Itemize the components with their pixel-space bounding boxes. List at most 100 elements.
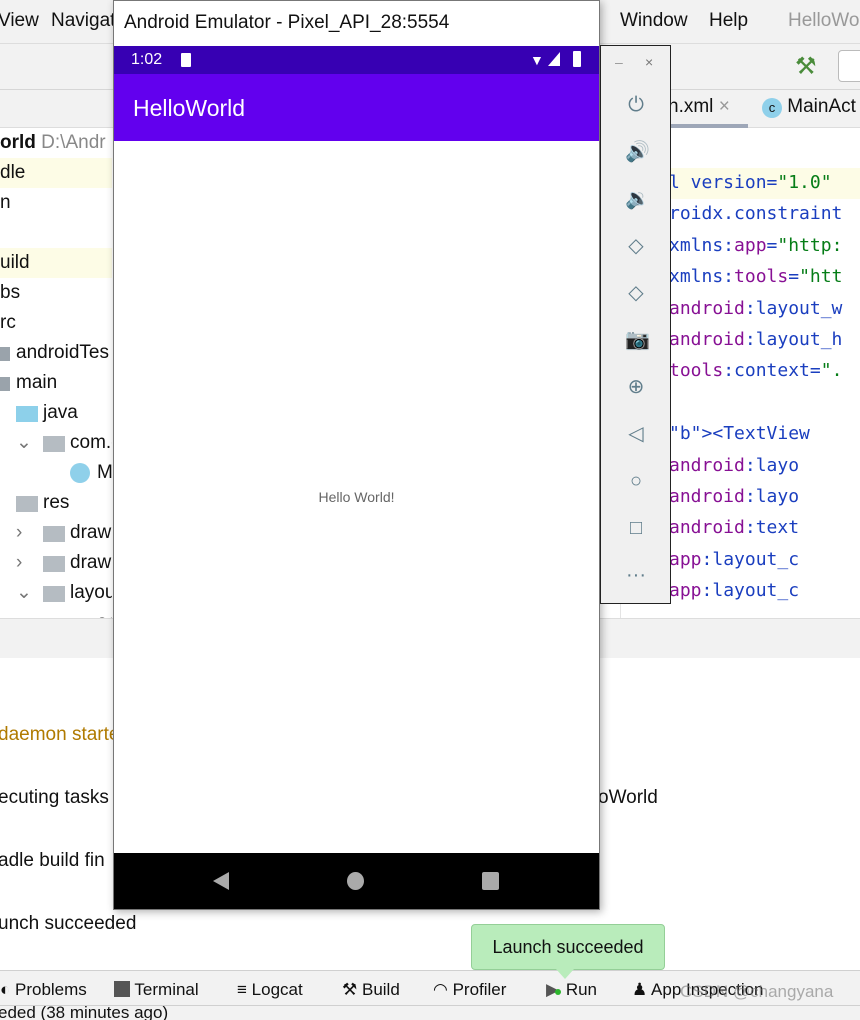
rotate-left-icon[interactable]: ◇ [625,235,647,257]
tree-item[interactable]: ⌄ layou [0,578,112,608]
output-line-tail: oWorld [598,787,658,808]
chevron-right-icon[interactable]: › [16,548,22,578]
output-line: ecuting tasks [0,787,109,808]
class-icon [70,463,90,483]
ide-window-title: HelloWo [788,10,860,31]
tree-item[interactable]: rc [0,308,112,338]
overview-icon[interactable]: □ [625,517,647,539]
launch-toast: Launch succeeded [471,924,665,979]
chevron-right-icon[interactable]: › [16,518,22,548]
code-line: android:layout_w [669,297,843,319]
volume-up-icon[interactable]: 🔊 [625,141,650,163]
watermark: CSDN @changyana [680,982,834,1001]
tree-label: layou [70,582,112,603]
close-icon[interactable]: × [719,96,730,117]
tool-label: Problems [15,980,87,999]
code-line: android:text [669,517,800,539]
tool-problems[interactable]: ◐ Problems [0,980,87,1000]
code-line: roidx.constraint [669,203,843,225]
tree-item[interactable]: M [0,458,112,488]
tree-label: java [43,402,78,423]
menu-navigate[interactable]: Navigat [51,10,115,32]
chevron-down-icon[interactable]: ⌄ [16,428,32,458]
menu-view[interactable]: View [0,10,39,32]
code-line: xmlns:app="http: [669,234,843,256]
tree-label: main [16,372,58,393]
code-line: android:layo [669,486,800,507]
res-folder-icon [16,496,38,512]
tree-item[interactable]: java [0,398,112,428]
hello-text: Hello World! [318,489,395,505]
camera-icon[interactable]: 📷 [625,329,650,351]
code-line: android:layo [669,454,800,476]
back-icon[interactable] [213,872,229,890]
emulator-title: Android Emulator - Pixel_API_28:5554 [114,1,599,46]
tool-terminal[interactable]: Terminal [114,980,199,1000]
tree-item[interactable]: orld D:\Andr [0,128,112,158]
more-icon[interactable]: ··· [625,564,647,586]
nav-bar [114,853,599,909]
project-tree: orld D:\Andr dle n uild bs rc androidTes… [0,128,112,656]
folder-icon [0,347,10,361]
minimize-button[interactable]: – [615,54,623,70]
clock: 1:02 [131,51,163,68]
code-line: "b"><TextView [669,423,810,445]
tree-item[interactable]: › draw [0,518,112,548]
tool-label: Logcat [251,980,303,999]
folder-icon [43,526,65,542]
tree-label: draw [70,552,112,573]
tree-label: M [97,462,112,483]
package-icon [43,436,65,452]
close-button[interactable]: × [645,54,653,70]
hammer-icon[interactable]: ⚒ [795,52,817,81]
status-text: eded (38 minutes ago) [0,1006,169,1020]
status-bar: eded (38 minutes ago) [0,1006,860,1020]
run-app-button[interactable] [838,50,860,82]
tool-profiler[interactable]: ◠ Profiler [433,980,506,1000]
tool-window-bar: ◐ Problems Terminal ≡ Logcat ⚒ Build ◠ P… [0,970,860,1006]
home-icon[interactable]: ○ [625,470,647,492]
tree-label: draw [70,522,112,543]
class-icon: c [762,98,782,118]
app-bar: HelloWorld [114,74,599,141]
tree-item[interactable]: ⌄ com.e [0,428,112,458]
emulator-side-toolbar: – × ⏻ 🔊 🔉 ◇ ◇ 📷 ⊕ ◁ ○ □ ··· [600,45,671,604]
inspection-icon: ♟ [632,980,648,999]
tree-item[interactable]: bs [0,278,112,308]
tab-main-activity[interactable]: c MainAct [762,96,856,128]
home-icon[interactable] [347,872,364,890]
tree-item[interactable]: main [0,368,112,398]
back-icon[interactable]: ◁ [625,423,647,445]
menu-help[interactable]: Help [709,10,748,32]
folder-icon [16,406,38,422]
tool-logcat[interactable]: ≡ Logcat [237,980,303,1000]
power-icon[interactable]: ⏻ [625,94,647,116]
tree-label: androidTes [16,342,109,363]
code-line: app:layout_c [669,548,800,570]
tab-activity-main-xml[interactable]: n.xml × [668,96,748,128]
tree-item[interactable]: androidTes [0,338,112,368]
zoom-icon[interactable]: ⊕ [625,376,647,398]
tree-item[interactable]: res [0,488,112,518]
tool-run[interactable]: ▶ Run [546,980,597,1000]
tree-item[interactable]: n [0,188,112,218]
tool-build[interactable]: ⚒ Build [342,980,400,1000]
rotate-right-icon[interactable]: ◇ [625,282,647,304]
tree-item[interactable]: uild [0,248,112,278]
hammer-icon: ⚒ [342,980,358,999]
menu-window[interactable]: Window [620,10,688,32]
overview-icon[interactable] [482,872,499,890]
output-line: adle build fin [0,850,105,871]
tree-item[interactable]: › draw [0,548,112,578]
app-content[interactable]: Hello World! [114,141,599,853]
volume-down-icon[interactable]: 🔉 [625,188,650,210]
output-line: daemon starte [0,724,120,745]
tool-label: Run [565,980,597,999]
tree-label: com.e [70,432,112,453]
chevron-down-icon[interactable]: ⌄ [16,578,32,608]
emulator-window: Android Emulator - Pixel_API_28:5554 1:0… [113,0,600,910]
sd-card-icon [181,53,191,67]
project-name: orld [0,132,36,153]
tree-item[interactable]: dle [0,158,112,188]
tab-label: MainAct [787,96,856,117]
